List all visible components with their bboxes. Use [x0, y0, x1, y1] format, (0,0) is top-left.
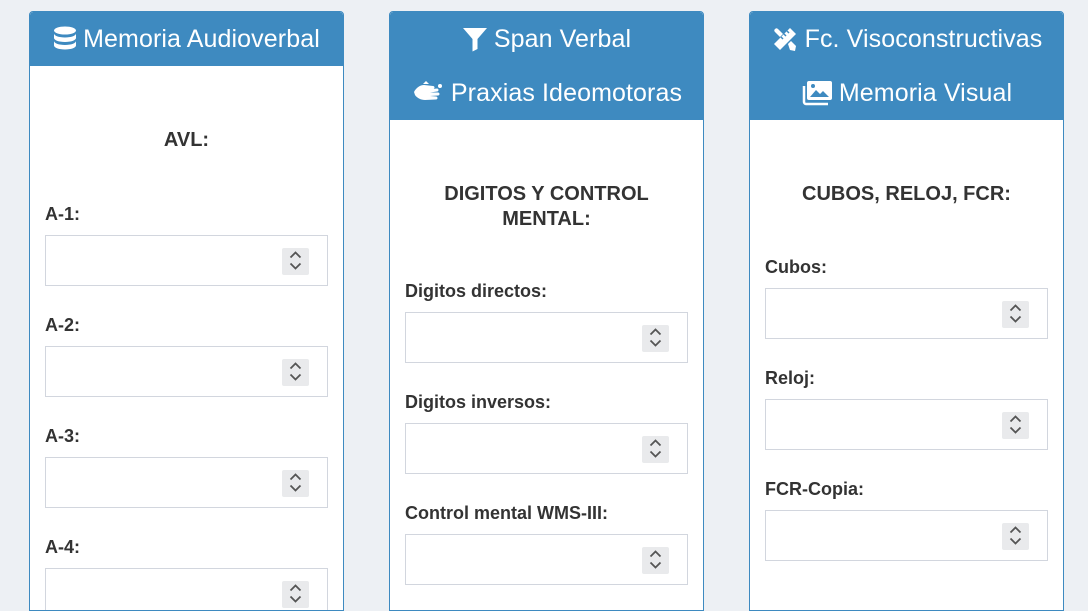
chevron-down-icon: [289, 595, 302, 603]
chevron-up-icon: [289, 473, 302, 481]
card-header: Span Verbal Praxias Ideomotoras: [390, 12, 703, 120]
chevron-up-icon: [1009, 526, 1022, 534]
section-title: DIGITOS Y CONTROL MENTAL:: [444, 183, 649, 230]
chevron-down-icon: [649, 339, 662, 347]
chevron-down-icon: [1009, 315, 1022, 323]
database-icon: [54, 26, 77, 50]
chevron-down-icon: [1009, 537, 1022, 545]
chevron-down-icon: [1009, 426, 1022, 434]
card-header: Memoria Audioverbal: [30, 12, 343, 66]
number-spinner[interactable]: [642, 325, 669, 352]
field-label-digitos-inversos: Digitos inversos:: [405, 392, 552, 412]
card-title: Praxias Ideomotoras: [411, 66, 682, 120]
chevron-down-icon: [289, 262, 302, 270]
section-title: CUBOS, RELOJ, FCR:: [802, 183, 1011, 205]
card-memoria-audioverbal: Memoria Audioverbal AVL: A-1: A-2: A-3:: [29, 11, 344, 611]
card-title: Memoria Visual: [801, 66, 1012, 120]
cubos-number-input[interactable]: [765, 288, 1048, 339]
field-label-fcr-copia: FCR-Copia:: [765, 479, 864, 499]
pencil-ruler-icon: [773, 28, 796, 51]
chevron-down-icon: [289, 484, 302, 492]
chevron-up-icon: [1009, 415, 1022, 423]
chevron-down-icon: [649, 561, 662, 569]
number-spinner[interactable]: [282, 470, 309, 497]
card-title: Fc. Visoconstructivas: [771, 12, 1043, 66]
field-label-digitos-directos: Digitos directos:: [405, 281, 548, 301]
number-spinner[interactable]: [282, 359, 309, 386]
card-title-text: Praxias Ideomotoras: [450, 78, 683, 107]
number-spinner[interactable]: [1002, 301, 1029, 328]
chevron-up-icon: [1009, 304, 1022, 312]
a1-number-input[interactable]: [45, 235, 328, 286]
field-label-reloj: Reloj:: [765, 368, 816, 388]
card-header: Fc. Visoconstructivas Memoria Visual: [750, 12, 1063, 120]
field-label-a1: A-1:: [45, 204, 80, 224]
card-span-verbal: Span Verbal Praxias Ideomotoras DIGITOS …: [389, 11, 704, 611]
field-label-a2: A-2:: [45, 315, 80, 335]
fcr-copia-number-input[interactable]: [765, 510, 1048, 561]
a3-number-input[interactable]: [45, 457, 328, 508]
section-title: AVL:: [163, 129, 210, 151]
chevron-up-icon: [289, 362, 302, 370]
card-title-text: Fc. Visoconstructivas: [804, 24, 1043, 53]
a2-number-input[interactable]: [45, 346, 328, 397]
card-title-text: Memoria Audioverbal: [83, 24, 320, 53]
control-mental-number-input[interactable]: [405, 534, 688, 585]
number-spinner[interactable]: [1002, 523, 1029, 550]
chevron-up-icon: [649, 550, 662, 558]
a4-number-input[interactable]: [45, 568, 328, 610]
chevron-up-icon: [649, 328, 662, 336]
chevron-up-icon: [649, 439, 662, 447]
chevron-down-icon: [649, 450, 662, 458]
digitos-directos-number-input[interactable]: [405, 312, 688, 363]
digitos-inversos-number-input[interactable]: [405, 423, 688, 474]
card-title: Memoria Audioverbal: [53, 12, 320, 66]
number-spinner[interactable]: [282, 248, 309, 275]
sign-language-icon: [413, 81, 442, 100]
card-visoconstructivas: Fc. Visoconstructivas Memoria Visual CUB…: [749, 11, 1064, 611]
field-label-a3: A-3:: [45, 426, 80, 446]
number-spinner[interactable]: [642, 436, 669, 463]
field-label-a4: A-4:: [45, 537, 80, 557]
card-title: Span Verbal: [462, 12, 631, 66]
card-title-text: Span Verbal: [493, 24, 632, 53]
number-spinner[interactable]: [642, 547, 669, 574]
field-label-cubos: Cubos:: [765, 257, 827, 277]
chevron-up-icon: [289, 584, 302, 592]
number-spinner[interactable]: [282, 581, 309, 608]
reloj-number-input[interactable]: [765, 399, 1048, 450]
filter-icon: [462, 28, 487, 52]
field-label-control-mental: Control mental WMS-III:: [405, 503, 608, 523]
images-icon: [802, 81, 832, 106]
card-title-text: Memoria Visual: [838, 78, 1013, 107]
chevron-up-icon: [289, 251, 302, 259]
number-spinner[interactable]: [1002, 412, 1029, 439]
chevron-down-icon: [289, 373, 302, 381]
